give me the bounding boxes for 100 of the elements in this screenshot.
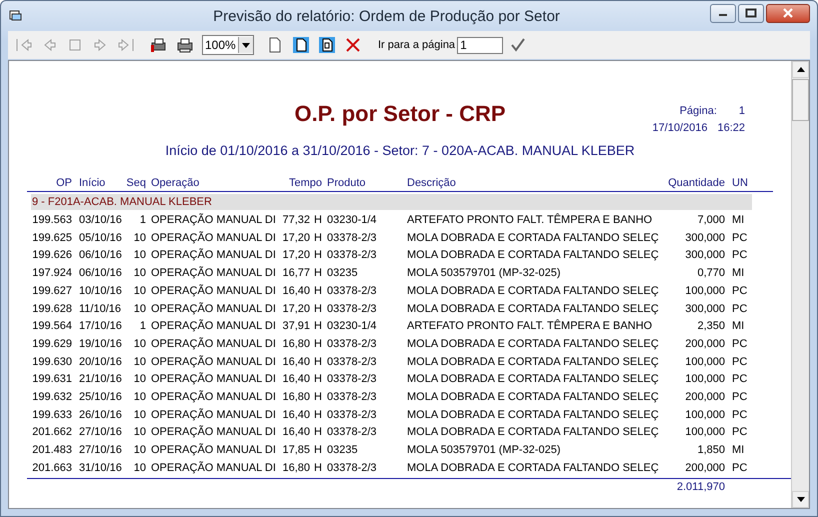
op-cell-text: 199.626 [31,248,72,264]
printer-icon[interactable] [176,36,194,54]
time-cell-text: 16,80 [281,336,310,352]
time-cell-text: 17,85 [281,443,310,458]
product-cell-text: 03378-2/3 [327,248,378,264]
page-width-icon[interactable] [292,36,310,54]
scrollbar[interactable] [791,61,809,508]
printer-icon[interactable] [150,36,168,54]
quantity-cell-text: 300,000 [684,248,725,264]
seq-cell-text: 10 [132,336,146,352]
description-cell-text: MOLA DOBRADA E CORTADA FALTANDO SELEÇ [407,372,660,388]
description-cell-text: MOLA 503579701 (MP-32-025) [407,266,562,282]
seq-cell-text: 10 [132,284,146,299]
product-cell-text: 03378-2/3 [327,460,378,476]
page-label: Página: [680,105,717,117]
unit-cell-text: PC [731,248,748,264]
date-cell-text: 05/10/16 [78,230,123,246]
quantity-cell-text: 1,850 [696,443,725,458]
operation-cell-text: OPERAÇÃO MANUAL DI [150,230,277,246]
operation-cell-text: OPERAÇÃO MANUAL DI [150,212,277,228]
product-cell-text: 03378-2/3 [327,354,378,370]
op-cell-text: 197.924 [31,266,72,282]
column-header: Quantidade [667,176,725,191]
op-cell-text: 199.625 [31,230,72,246]
date-cell-text: 26/10/16 [78,408,123,423]
date-cell-text: 20/10/16 [78,354,123,370]
unit-cell-text: H [313,425,323,440]
app-icon [9,10,23,22]
time-cell-text: 16,80 [281,460,310,476]
op-cell-text: 199.628 [31,302,72,317]
unit-cell-text: H [313,284,323,299]
unit-cell-text: MI [731,213,746,228]
unit-cell-text: H [313,354,323,370]
quantity-cell-text: 200,000 [684,390,725,406]
time-cell-text: 17,20 [281,248,310,264]
description-cell-text: MOLA DOBRADA E CORTADA FALTANDO SELEÇ [407,284,660,299]
minimize-button[interactable] [710,4,736,22]
description-cell-text: MOLA DOBRADA E CORTADA FALTANDO SELEÇ [407,425,660,440]
unit-cell-text: H [313,460,323,476]
date-cell-text: 31/10/16 [78,460,123,476]
time-cell-text: 37,91 [281,319,310,334]
caret-icon[interactable] [242,42,250,48]
description-cell-text: MOLA DOBRADA E CORTADA FALTANDO SELEÇ [407,230,660,246]
unit-cell-text: PC [731,284,748,299]
op-cell-text: 199.633 [31,408,72,423]
column-header: Seq [125,176,146,191]
group-header: 9 - F201A-ACAB. MANUAL KLEBER [31,194,752,210]
operation-cell-text: OPERAÇÃO MANUAL DI [150,354,277,370]
unit-cell-text: H [313,319,323,334]
description-cell-text: MOLA DOBRADA E CORTADA FALTANDO SELEÇ [407,460,660,476]
op-cell-text: 199.630 [31,354,72,370]
unit-cell-text: H [313,443,323,458]
unit-cell-text: MI [731,443,746,458]
op-cell-text: 199.563 [31,213,72,228]
window-title: Previsão do relatório: Ordem de Produção por Setor [212,8,561,24]
maximize-icon [745,8,757,18]
unit-cell-text: H [313,230,323,246]
scroll-down-icon[interactable] [796,497,804,502]
op-cell-text: 201.483 [31,443,72,458]
quantity-cell-text: 100,000 [684,284,725,299]
full-page-icon[interactable] [318,36,336,54]
time-cell-text: 17,20 [281,230,310,246]
quantity-cell-text: 200,000 [684,460,725,476]
seq-cell-text: 10 [132,354,146,370]
op-cell-text: 199.627 [31,284,72,299]
seq-cell-text: 10 [132,408,146,423]
column-header: Operação [150,176,200,191]
product-cell-text: 03378-2/3 [327,372,378,388]
report-subtitle: Início de 01/10/2016 a 31/10/2016 - Setor: 7 - 020A-ACAB. MANUAL KLEBER [165,143,635,158]
close-icon[interactable] [344,36,362,54]
operation-cell-text: OPERAÇÃO MANUAL DI [150,265,277,282]
unit-cell-text: PC [731,230,748,246]
date-cell-text: 11/10/16 [78,302,122,317]
unit-cell-text: PC [731,336,748,352]
date-cell-text: 17/10/16 [78,319,123,334]
scroll-up-icon[interactable] [796,67,804,72]
quantity-cell-text: 0,770 [696,266,725,282]
date-cell-text: 27/10/16 [78,425,123,440]
unit-cell-text: H [313,336,323,352]
quantity-cell-text: 100,000 [684,354,725,370]
operation-cell-text: OPERAÇÃO MANUAL DI [150,389,277,406]
time-cell-text: 16,80 [281,390,310,406]
date-cell-text: 03/10/16 [78,213,123,228]
page-number-field[interactable]: 1 [457,36,504,54]
operation-cell-text: OPERAÇÃO MANUAL DI [150,460,277,476]
unit-cell-text: H [313,390,323,406]
product-cell-text: 03378-2/3 [327,408,378,423]
product-cell-text: 03378-2/3 [327,425,378,440]
unit-cell-text: PC [731,408,748,423]
maximize-button[interactable] [738,4,764,22]
unit-cell-text: H [313,408,323,423]
product-cell-text: 03378-2/3 [327,302,378,317]
scrollbar-thumb[interactable] [792,79,809,121]
close-button[interactable] [766,4,810,22]
column-header: Produto [327,176,367,191]
time-cell-text: 77,32 [281,213,310,228]
unit-cell-text: MI [731,319,746,334]
zoom-dropdown[interactable]: 100% [202,35,254,55]
page-number: 1 [738,105,745,117]
operation-cell-text: OPERAÇÃO MANUAL DI [150,283,277,299]
